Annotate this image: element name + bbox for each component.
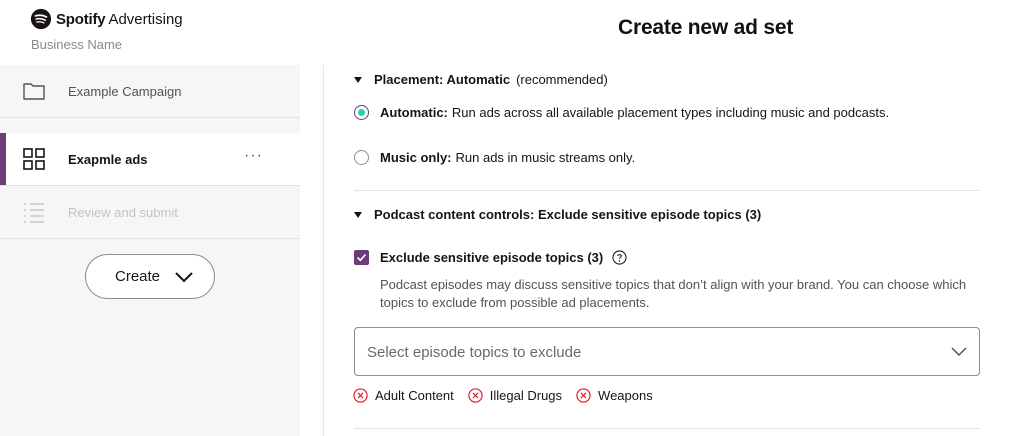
radio-option-text: Run ads in music streams only. [455,150,636,165]
help-icon[interactable] [612,250,627,265]
radio-option-text: Run ads across all available placement t… [451,105,890,120]
brand-name: Spotify [56,10,106,28]
selected-topics: Adult Content Illegal Drugs Weapons [353,388,667,403]
caret-down-icon[interactable] [354,77,362,83]
sidebar-item-example-campaign[interactable]: Example Campaign [0,65,300,118]
header: Spotify Advertising Business Name Create… [0,0,1024,65]
spotify-logo-icon [30,8,52,30]
checkbox-label: Exclude sensitive episode topics (3) [380,250,604,265]
brand-subtitle: Advertising [108,10,183,28]
sidebar-item-exapmle-ads[interactable]: Exapmle ads ··· [0,133,300,186]
remove-icon[interactable] [576,388,591,403]
placement-section-header[interactable]: Placement: Automatic (recommended) [374,72,608,87]
chevron-down-icon [175,272,193,283]
remove-icon[interactable] [468,388,483,403]
folder-icon [23,83,45,100]
section-divider [354,428,980,429]
podcast-section-header[interactable]: Podcast content controls: Exclude sensit… [374,207,761,222]
brand[interactable]: Spotify Advertising [30,8,183,30]
checkbox[interactable] [354,250,369,265]
radio-button[interactable] [354,105,369,120]
sidebar-item-review-and-submit: Review and submit [0,186,300,239]
radio-option-bold: Music only: [380,150,452,165]
topic-chip[interactable]: Adult Content [353,388,454,403]
exclude-topics-checkbox-row[interactable]: Exclude sensitive episode topics (3) [354,250,627,265]
radio-option-bold: Automatic: [380,105,448,120]
checkmark-icon [356,253,367,262]
grid-icon [23,148,45,170]
chip-label: Illegal Drugs [489,388,563,403]
select-placeholder: Select episode topics to exclude [367,344,582,361]
list-icon [24,203,44,223]
description-text: Podcast episodes may discuss sensitive t… [380,277,967,310]
chip-label: Adult Content [375,388,454,403]
sidebar: Example Campaign Exapmle ads ··· Review … [0,65,300,436]
sidebar-item-label: Example Campaign [68,83,182,99]
topic-chip[interactable]: Weapons [576,388,653,403]
recommended-label: (recommended) [516,72,608,87]
create-button[interactable]: Create [85,254,215,299]
sidebar-item-label: Review and submit [68,204,178,220]
chevron-down-icon [951,347,967,357]
sidebar-item-label: Exapmle ads [68,151,148,167]
radio-automatic[interactable]: Automatic: Run ads across all available … [354,105,889,120]
chip-label: Weapons [598,388,653,403]
episode-topics-select[interactable]: Select episode topics to exclude [354,327,980,376]
remove-icon[interactable] [353,388,368,403]
placement-title: Placement: Automatic [374,72,511,87]
caret-down-icon[interactable] [354,212,362,218]
section-divider [354,190,980,191]
radio-button[interactable] [354,150,369,165]
page-title: Create new ad set [618,16,794,39]
radio-music-only[interactable]: Music only: Run ads in music streams onl… [354,150,635,165]
create-button-label: Create [115,268,161,285]
business-name: Business Name [31,37,123,52]
main-content: Placement: Automatic (recommended) Automa… [324,65,1024,436]
more-options-icon[interactable]: ··· [244,147,263,165]
topic-chip[interactable]: Illegal Drugs [468,388,562,403]
